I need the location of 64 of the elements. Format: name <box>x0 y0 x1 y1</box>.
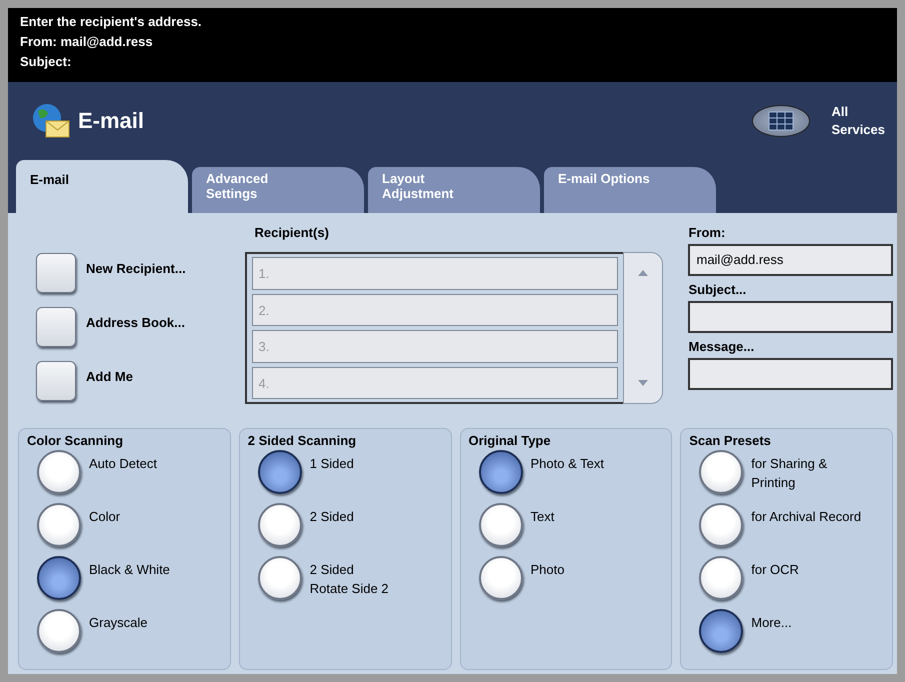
option-label: More... <box>751 614 792 632</box>
from-label: From: <box>688 225 726 240</box>
message-label: Message... <box>688 339 756 354</box>
option-label: 1 Sided <box>310 455 354 473</box>
option-label: Auto Detect <box>89 455 157 473</box>
scroll-up-icon[interactable] <box>636 269 648 277</box>
globe-envelope-icon <box>30 103 70 139</box>
from-field[interactable]: mail@add.ress <box>688 244 893 276</box>
radio-button[interactable] <box>258 450 302 494</box>
radio-button[interactable] <box>478 556 522 600</box>
recipient-row[interactable]: 1. <box>252 257 618 290</box>
group-title: Scan Presets <box>689 433 772 448</box>
all-services-button[interactable] <box>752 105 810 137</box>
action-button[interactable] <box>36 253 76 293</box>
option-label: 2 Sided <box>310 508 354 526</box>
recipients-heading: Recipient(s) <box>254 225 330 240</box>
tab[interactable]: Layout Adjustment <box>368 167 540 213</box>
action-label: New Recipient... <box>86 260 186 276</box>
option-label: Photo & Text <box>530 455 604 473</box>
radio-button[interactable] <box>699 450 744 494</box>
tab[interactable]: Advanced Settings <box>192 167 364 213</box>
radio-button[interactable] <box>37 609 81 653</box>
radio-button[interactable] <box>258 556 302 600</box>
radio-button[interactable] <box>37 503 81 547</box>
recipient-row[interactable]: 3. <box>252 330 618 362</box>
option-label: Color <box>89 508 120 526</box>
radio-button[interactable] <box>699 503 744 547</box>
tab[interactable]: E-mail Options <box>544 167 716 213</box>
message-line: Enter the recipient's address. <box>20 13 202 31</box>
app-title: E-mail <box>78 108 144 134</box>
option-label: 2 Sided Rotate Side 2 <box>310 561 389 598</box>
subject-label: Subject... <box>688 282 748 297</box>
option-label: Black & White <box>89 561 170 579</box>
recipient-row[interactable]: 4. <box>252 366 618 399</box>
option-label: Text <box>530 508 554 526</box>
radio-button[interactable] <box>258 503 302 547</box>
all-services-label: All Services <box>832 103 885 139</box>
message-field[interactable] <box>688 358 893 390</box>
radio-button[interactable] <box>478 503 522 547</box>
subject-field[interactable] <box>688 301 893 333</box>
radio-button[interactable] <box>478 450 522 494</box>
recipient-row[interactable]: 2. <box>252 294 618 326</box>
tab[interactable]: E-mail <box>16 160 188 213</box>
action-button[interactable] <box>36 361 76 401</box>
group-title: Original Type <box>468 433 552 448</box>
radio-button[interactable] <box>37 556 81 600</box>
message-line: From: mail@add.ress <box>20 33 153 51</box>
scroll-down-icon[interactable] <box>636 379 648 387</box>
option-label: Photo <box>530 561 564 579</box>
action-label: Add Me <box>86 368 133 384</box>
group-title: 2 Sided Scanning <box>248 433 358 448</box>
grid-icon <box>768 111 794 131</box>
message-line: Subject: <box>20 53 72 71</box>
radio-button[interactable] <box>37 450 81 494</box>
option-label: Grayscale <box>89 614 148 632</box>
option-label: for OCR <box>751 561 799 579</box>
option-label: for Sharing & Printing <box>751 455 828 492</box>
action-button[interactable] <box>36 307 76 347</box>
radio-button[interactable] <box>699 609 744 653</box>
action-label: Address Book... <box>86 314 185 330</box>
scroll-bar[interactable] <box>622 252 662 404</box>
radio-button[interactable] <box>699 556 744 600</box>
group-title: Color Scanning <box>27 433 124 448</box>
option-label: for Archival Record <box>751 508 862 526</box>
